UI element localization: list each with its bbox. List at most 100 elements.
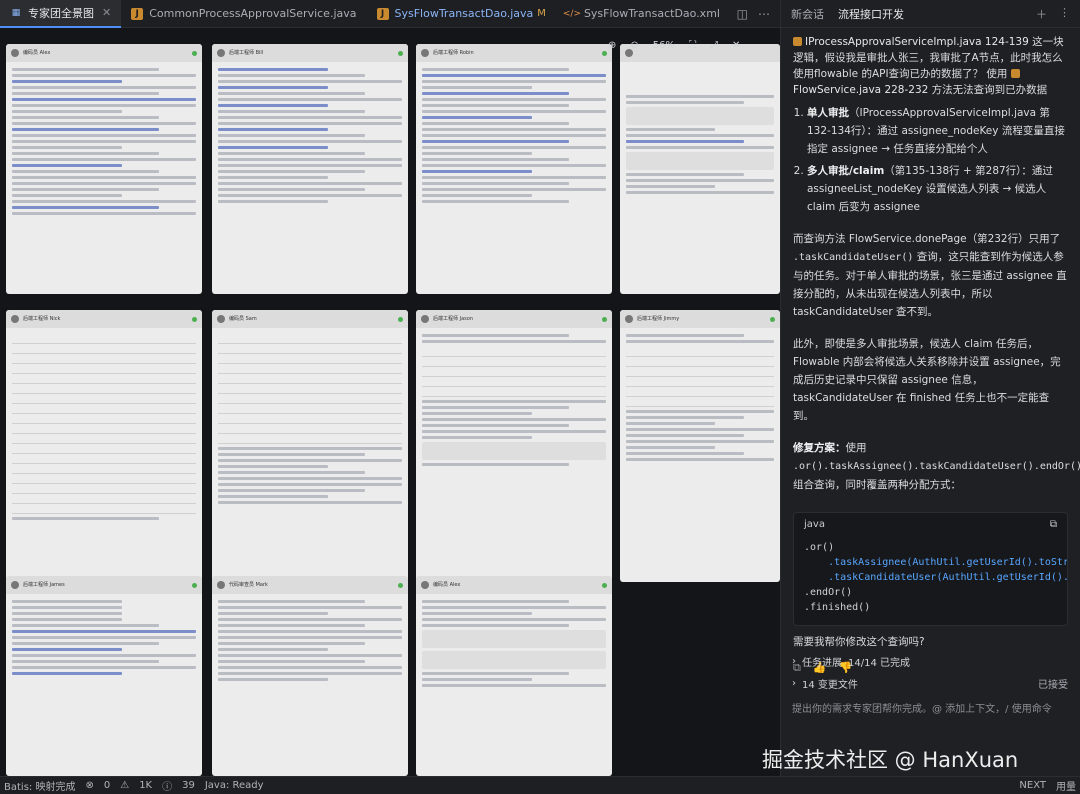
expert-canvas[interactable]: ⊕ ⊖ 56% ⛶ ⤢ ✕ 编码员 Alex 后端工程师 Bill 后端工程师 … [0,28,780,776]
java-status[interactable]: Java: Ready [205,780,264,791]
zoom-toolbar: ⊕ ⊖ 56% ⛶ ⤢ ✕ [608,40,740,51]
split-editor-icon[interactable]: ◫ [737,7,748,21]
next-label[interactable]: NEXT [1019,780,1046,791]
changed-files-row[interactable]: › 14 变更文件 已接受 [792,672,1068,694]
list-item: 多人审批/claim（第135-138行 + 第287行）：通过 assigne… [807,162,1068,216]
info-icon: ⓘ [162,782,173,793]
status-bar: Batis: 映射完成 ⊗ 0 ⚠ 1K ⓘ 39 Java: Ready NEXT … [0,776,1080,794]
add-icon[interactable]: ＋ [1036,6,1047,22]
watermark: 掘金技术社区 @ HanXuan [762,748,1019,772]
status-dot [398,316,403,322]
xml-file-icon: </> [562,8,581,19]
user-message: IProcessApprovalServiceImpl.java 124-139… [793,34,1070,98]
status-dot [770,316,775,322]
tab-label: SysFlowTransactDao.java [394,7,534,20]
more-icon[interactable]: ⋮ [1059,6,1070,22]
paragraph: 修复方案：使用 .or().taskAssignee().taskCandida… [793,442,1080,491]
message-text: 方法无法查询到已办数据 [931,84,1048,96]
zoom-level: 56% [652,40,676,51]
more-icon[interactable]: ⋯ [758,7,770,21]
list-item: 单人审批（IProcessApprovalServiceImpl.java 第1… [807,104,1068,158]
java-file-icon: J [131,7,144,20]
error-count[interactable]: 0 [104,780,110,791]
tab-flow-api-dev[interactable]: 流程接口开发 [838,6,904,22]
card-title: 编码员 Alex [23,49,51,56]
assignment-list: 单人审批（IProcessApprovalServiceImpl.java 第1… [793,104,1068,216]
expert-card[interactable]: 代码审查员 Mark [212,576,408,776]
zoom-in-icon[interactable]: ⊕ [608,40,616,51]
avatar [11,581,19,589]
expert-card[interactable]: 编码员 Sam [212,310,408,582]
app-window: ▦ 专家团全景图 ✕ J CommonProcessApprovalServic… [0,0,1080,794]
status-dot [192,50,197,56]
batis-status[interactable]: Batis: 映射完成 [4,778,75,793]
chat-input[interactable]: 提出你的需求专家团帮你完成。@ 添加上下文，/ 使用命令 [792,700,1068,715]
usage-label[interactable]: 用量 [1056,778,1076,793]
editor-tab-bar: ▦ 专家团全景图 ✕ J CommonProcessApprovalServic… [0,0,780,28]
panel-tab-bar: 新会话 流程接口开发 ＋ ⋮ [781,0,1080,28]
avatar [625,315,633,323]
card-title: 编码员 Sam [229,315,257,322]
expert-card[interactable]: 后端工程师 James [6,576,202,776]
fit-view-icon[interactable]: ⛶ [689,40,696,51]
card-title: 后端工程师 Nick [23,315,61,322]
status-badge: 已接受 [1038,679,1068,691]
java-file-icon [793,37,802,46]
task-progress-row[interactable]: › 任务进展 14/14 已完成 [792,650,1068,672]
avatar [217,315,225,323]
code-block: java ⧉ .or() .taskAssignee(AuthUtil.getU… [793,512,1068,626]
expert-card[interactable]: 后端工程师 Bill [212,44,408,294]
expert-card[interactable]: 编码员 Alex [6,44,202,294]
expert-card[interactable]: 后端工程师 Nick [6,310,202,582]
expert-card[interactable] [620,44,780,294]
card-title: 后端工程师 Jimmy [637,315,680,322]
chevron-right-icon: › [792,677,796,689]
info-count[interactable]: 39 [182,780,195,791]
context-file-ref[interactable]: IProcessApprovalServiceImpl.java 124-139 [805,36,1029,48]
expert-card[interactable]: 编码员 Alex [416,576,612,776]
zoom-out-icon[interactable]: ⊖ [630,40,638,51]
status-dot [192,582,197,588]
warning-icon: ⚠ [120,780,130,791]
card-title: 代码审查员 Mark [229,581,268,588]
avatar [11,315,19,323]
java-file-icon [1010,69,1020,78]
expert-card[interactable]: 后端工程师 Robin [416,44,612,294]
paragraph: 而查询方法 FlowService.donePage（第232行）只用了 .ta… [793,233,1067,318]
expert-card[interactable]: 后端工程师 Jason [416,310,612,582]
card-title: 编码员 Alex [433,581,461,588]
tab-new-session[interactable]: 新会话 [791,6,824,22]
tab-common-process-approval-service[interactable]: J CommonProcessApprovalService.java [121,0,366,28]
context-file-ref[interactable]: FlowService.java 228-232 [793,84,928,96]
status-dot [602,50,607,56]
warning-count[interactable]: 1K [139,780,152,791]
tab-expert-overview[interactable]: ▦ 专家团全景图 ✕ [0,0,122,28]
status-dot [602,582,607,588]
avatar [421,49,429,57]
copy-icon[interactable]: ⧉ [1050,519,1057,530]
editor-tools: ◫ ⋯ [737,7,780,21]
task-progress: › 任务进展 14/14 已完成 › 14 变更文件 已接受 [792,650,1068,694]
expert-card[interactable]: 后端工程师 Jimmy [620,310,780,582]
code-content: .or() .taskAssignee(AuthUtil.getUserId()… [804,542,1067,613]
fullscreen-icon[interactable]: ⤢ [710,40,718,51]
avatar [217,581,225,589]
grid-icon: ▦ [11,7,21,18]
status-dot [602,316,607,322]
close-icon[interactable]: ✕ [732,40,740,51]
status-dot [398,582,403,588]
tab-label: 专家团全景图 [28,6,94,20]
status-dot [192,316,197,322]
code-language: java [804,519,825,530]
card-title: 后端工程师 James [23,581,65,588]
tab-label: SysFlowTransactDao.xml [583,7,720,20]
modified-badge: M [537,8,546,19]
assistant-message: 单人审批（IProcessApprovalServiceImpl.java 第1… [781,98,1080,500]
close-icon[interactable]: ✕ [102,6,111,19]
tab-sys-flow-transact-dao-xml[interactable]: </> SysFlowTransactDao.xml [556,0,730,28]
error-icon: ⊗ [85,780,94,791]
status-dot [398,50,403,56]
tab-sys-flow-transact-dao-java[interactable]: J SysFlowTransactDao.java M [367,0,556,28]
card-title: 后端工程师 Bill [229,49,264,56]
card-title: 后端工程师 Jason [433,315,473,322]
